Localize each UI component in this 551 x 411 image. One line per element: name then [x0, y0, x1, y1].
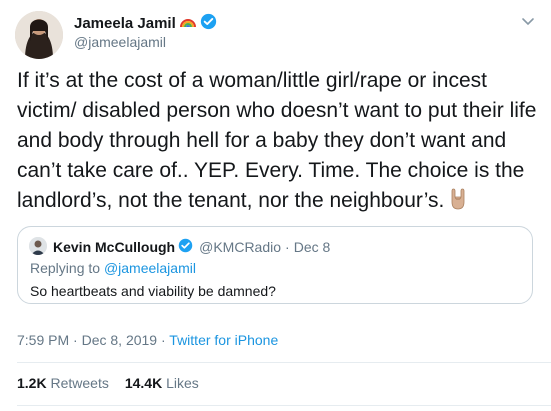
quoted-date: Dec 8	[293, 239, 331, 255]
sign-of-the-horns-emoji-icon	[448, 188, 468, 219]
rainbow-icon	[179, 15, 197, 33]
quoted-replying-to: Replying to @jameelajamil	[30, 260, 196, 276]
meta-separator: ·	[160, 332, 166, 348]
chevron-down-icon[interactable]	[521, 14, 535, 32]
verified-badge-icon	[178, 238, 193, 256]
meta-separator: ·	[73, 332, 78, 348]
verified-badge-icon	[200, 13, 217, 34]
quoted-author-handle: @KMCRadio	[199, 239, 282, 255]
quoted-separator: ·	[285, 239, 290, 255]
retweets-count: 1.2K	[17, 375, 47, 391]
likes-label: Likes	[166, 375, 199, 391]
likes-count: 14.4K	[124, 375, 163, 391]
quoted-tweet[interactable]: Kevin McCullough @KMCRadio · Dec 8 Reply…	[17, 226, 533, 304]
retweets-stat[interactable]: 1.2K Retweets	[17, 375, 109, 391]
author-name[interactable]: Jameela Jamil	[74, 15, 176, 32]
divider	[17, 405, 551, 406]
divider	[17, 362, 551, 363]
author-handle[interactable]: @jameelajamil	[74, 34, 166, 50]
tweet-date[interactable]: Dec 8, 2019	[82, 332, 158, 348]
tweet-source-link[interactable]: Twitter for iPhone	[169, 332, 278, 348]
replying-to-label: Replying to	[30, 260, 101, 276]
tweet-stats: 1.2K Retweets 14.4K Likes	[17, 375, 199, 391]
author-avatar[interactable]	[15, 11, 63, 59]
author-name-row[interactable]: Jameela Jamil	[74, 13, 217, 34]
tweet-time[interactable]: 7:59 PM	[17, 332, 69, 348]
quoted-author-avatar	[29, 237, 47, 255]
quoted-text: So heartbeats and viability be damned?	[30, 283, 276, 299]
likes-stat[interactable]: 14.4K Likes	[125, 375, 199, 391]
tweet-text: If it’s at the cost of a woman/little gi…	[17, 66, 537, 219]
quoted-header: Kevin McCullough @KMCRadio · Dec 8	[53, 238, 330, 256]
tweet-meta: 7:59 PM · Dec 8, 2019 · Twitter for iPho…	[17, 332, 278, 348]
quoted-author-name: Kevin McCullough	[53, 239, 176, 255]
retweets-label: Retweets	[50, 375, 109, 391]
replying-to-mention[interactable]: @jameelajamil	[104, 260, 196, 276]
